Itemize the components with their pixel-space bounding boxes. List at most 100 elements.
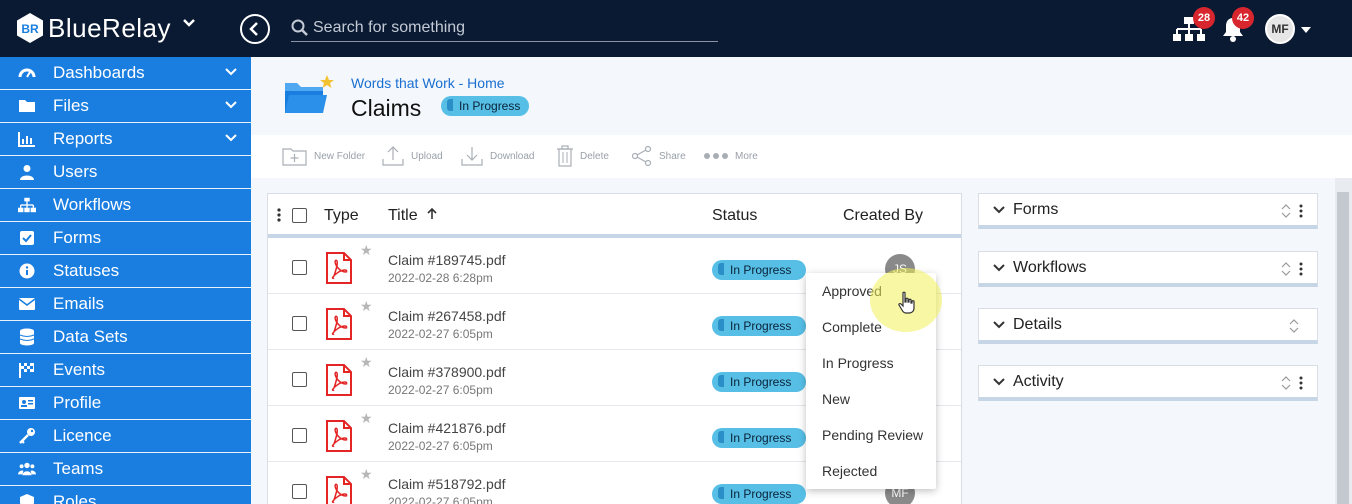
share-button[interactable]: Share	[631, 145, 686, 167]
sidebar-item-licence[interactable]: Licence	[0, 420, 251, 453]
key-icon	[18, 427, 36, 445]
column-type[interactable]: Type	[324, 207, 359, 225]
breadcrumb[interactable]: Words that Work - Home	[351, 75, 505, 91]
row-checkbox[interactable]	[292, 428, 307, 443]
status-option-rejected[interactable]: Rejected	[806, 453, 936, 489]
row-checkbox[interactable]	[292, 484, 307, 499]
sort-icon[interactable]	[1281, 204, 1291, 218]
status-badge[interactable]: In Progress	[712, 316, 806, 336]
more-button[interactable]: More	[703, 145, 758, 167]
file-title[interactable]: Claim #421876.pdf	[388, 420, 506, 436]
sidebar-item-label: Events	[53, 360, 105, 379]
sidebar-item-workflows[interactable]: Workflows	[0, 189, 251, 222]
envelope-icon	[18, 295, 36, 313]
sort-icon[interactable]	[1289, 319, 1299, 333]
user-avatar[interactable]: MF	[1265, 14, 1295, 44]
app-name: BlueRelay	[48, 12, 172, 43]
status-badge[interactable]: In Progress	[712, 372, 806, 392]
user-menu-caret-icon[interactable]	[1300, 26, 1312, 34]
info-icon	[18, 262, 36, 280]
row-checkbox[interactable]	[292, 316, 307, 331]
sitemap-icon	[18, 196, 36, 214]
sidebar-item-statuses[interactable]: Statuses	[0, 255, 251, 288]
favorite-star-icon[interactable]: ★	[360, 466, 373, 483]
chevron-down-icon[interactable]	[182, 18, 196, 28]
download-icon	[461, 147, 483, 166]
folder-status-badge[interactable]: In Progress	[441, 96, 530, 116]
column-status[interactable]: Status	[712, 207, 757, 225]
pdf-file-icon	[326, 364, 352, 396]
team-icon	[18, 460, 36, 478]
status-badge[interactable]: In Progress	[712, 484, 806, 504]
chevron-down-icon	[993, 263, 1005, 271]
file-title[interactable]: Claim #378900.pdf	[388, 364, 506, 380]
table-header: Type Title Status Created By	[268, 194, 961, 238]
sidebar-item-roles[interactable]: Roles	[0, 486, 251, 504]
more-vertical-icon[interactable]	[1299, 204, 1303, 218]
column-title[interactable]: Title	[388, 207, 438, 225]
sort-icon[interactable]	[1281, 376, 1291, 390]
panel-activity[interactable]: Activity	[978, 365, 1318, 401]
sidebar-item-teams[interactable]: Teams	[0, 453, 251, 486]
new-folder-label: New Folder	[314, 150, 366, 162]
more-vertical-icon[interactable]	[1299, 262, 1303, 276]
upload-button[interactable]: Upload	[381, 145, 443, 167]
file-title[interactable]: Claim #267458.pdf	[388, 308, 506, 324]
sidebar-item-events[interactable]: Events	[0, 354, 251, 387]
collapse-sidebar-button[interactable]	[240, 14, 270, 44]
pdf-file-icon	[326, 420, 352, 452]
more-label: More	[735, 150, 758, 162]
folder-icon	[285, 75, 334, 113]
file-title[interactable]: Claim #189745.pdf	[388, 252, 506, 268]
status-badge[interactable]: In Progress	[712, 260, 806, 280]
sidebar-item-label: Data Sets	[53, 327, 128, 346]
favorite-star-icon[interactable]: ★	[360, 354, 373, 371]
download-label: Download	[490, 150, 535, 162]
chevron-down-icon[interactable]	[225, 68, 237, 76]
database-icon	[18, 328, 36, 346]
column-created-by[interactable]: Created By	[843, 207, 923, 225]
app-logo[interactable]: BR BlueRelay	[16, 12, 171, 44]
scrollbar-thumb[interactable]	[1337, 192, 1349, 504]
sidebar-item-users[interactable]: Users	[0, 156, 251, 189]
new-folder-button[interactable]: New Folder	[282, 145, 365, 167]
id-card-icon	[18, 394, 36, 412]
svg-text:BR: BR	[21, 22, 39, 36]
row-checkbox[interactable]	[292, 260, 307, 275]
sort-icon[interactable]	[1281, 262, 1291, 276]
chevron-down-icon[interactable]	[225, 134, 237, 142]
file-title[interactable]: Claim #518792.pdf	[388, 476, 506, 492]
sidebar-item-emails[interactable]: Emails	[0, 288, 251, 321]
sidebar-item-reports[interactable]: Reports	[0, 123, 251, 156]
favorite-star-icon[interactable]: ★	[360, 298, 373, 315]
status-option-new[interactable]: New	[806, 381, 936, 417]
more-vertical-icon[interactable]	[1299, 376, 1303, 390]
favorite-star-icon[interactable]: ★	[360, 410, 373, 427]
file-date: 2022-02-27 6:05pm	[388, 495, 493, 504]
status-option-pending-review[interactable]: Pending Review	[806, 417, 936, 453]
sidebar-item-label: Emails	[53, 294, 105, 313]
row-checkbox[interactable]	[292, 372, 307, 387]
favorite-star-icon[interactable]: ★	[360, 242, 373, 259]
sidebar-item-files[interactable]: Files	[0, 90, 251, 123]
panel-workflows[interactable]: Workflows	[978, 251, 1318, 287]
sidebar-item-dashboards[interactable]: Dashboards	[0, 57, 251, 90]
search-input[interactable]	[313, 18, 693, 37]
select-all-checkbox[interactable]	[292, 208, 307, 223]
chevron-down-icon[interactable]	[225, 101, 237, 109]
file-date: 2022-02-27 6:05pm	[388, 327, 493, 341]
sidebar-item-forms[interactable]: Forms	[0, 222, 251, 255]
column-menu-icon[interactable]	[277, 208, 281, 222]
panel-details[interactable]: Details	[978, 308, 1318, 344]
sidebar-item-label: Workflows	[53, 195, 132, 214]
download-button[interactable]: Download	[460, 145, 534, 167]
status-option-in-progress[interactable]: In Progress	[806, 345, 936, 381]
panel-forms[interactable]: Forms	[978, 193, 1318, 229]
panel-details-label: Details	[1013, 315, 1062, 333]
status-badge[interactable]: In Progress	[712, 428, 806, 448]
pdf-file-icon	[326, 252, 352, 284]
sidebar-item-data-sets[interactable]: Data Sets	[0, 321, 251, 354]
content-scrollbar[interactable]	[1335, 178, 1352, 504]
sidebar-item-profile[interactable]: Profile	[0, 387, 251, 420]
delete-button[interactable]: Delete	[556, 145, 609, 167]
